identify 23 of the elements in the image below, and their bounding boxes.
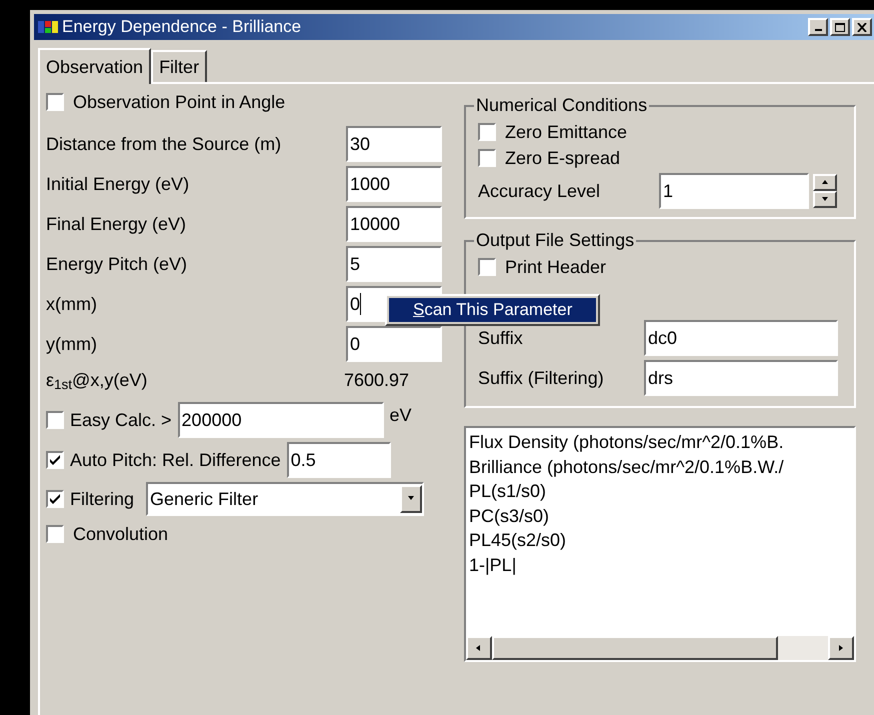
checkbox-label: Convolution (73, 522, 168, 546)
field-label: Accuracy Level (478, 180, 602, 203)
field-label: Distance from the Source (m) (46, 132, 282, 156)
checkbox-label: Auto Pitch: Rel. Difference (70, 448, 281, 472)
field-label: Initial Energy (eV) (46, 172, 190, 196)
field-label: Final Energy (eV) (46, 212, 186, 236)
field-label: Suffix (Filtering) (478, 366, 605, 390)
field-label: Energy Pitch (eV) (46, 252, 188, 276)
checkbox-label: Zero Emittance (505, 120, 628, 144)
readout-label: ε$_{1st}$@x,y(eV) (46, 368, 148, 394)
field-label: Suffix (478, 326, 524, 350)
checkbox-label: Easy Calc. > (70, 408, 172, 432)
checkbox-label: Filtering (70, 488, 134, 511)
checkbox-label: Zero E-spread (505, 146, 620, 170)
field-label: y(mm) (46, 332, 97, 356)
checkbox-label: Observation Point in Angle (73, 90, 286, 114)
checkbox-label: Print Header (505, 256, 606, 278)
group-title: Output File Settings (475, 229, 636, 252)
window-title: Energy Dependence - Brilliance (62, 16, 302, 38)
group-title: Numerical Conditions (475, 94, 648, 117)
unit-label: eV (390, 404, 412, 427)
readout-value: 7600.97 (344, 368, 410, 392)
field-label: x(mm) (46, 292, 97, 316)
